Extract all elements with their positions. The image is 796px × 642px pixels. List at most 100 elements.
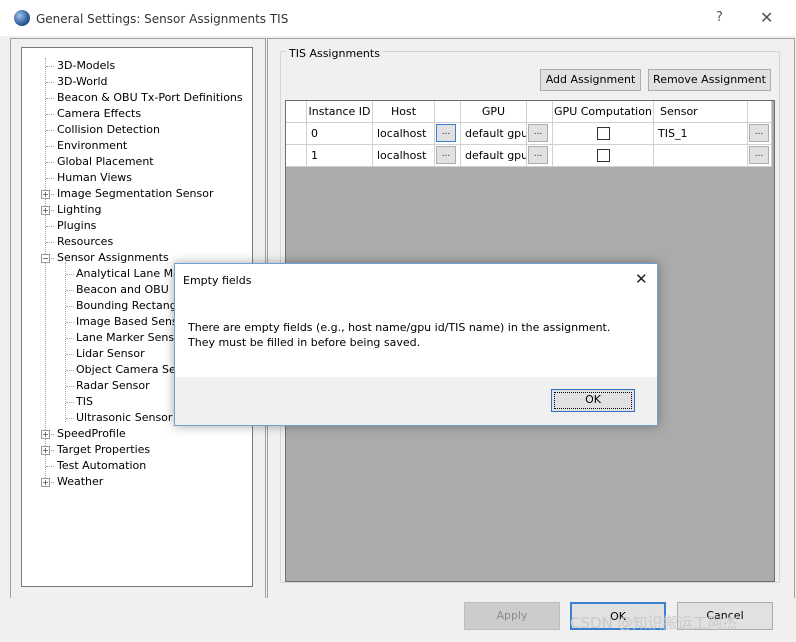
tree-guide-line (65, 262, 66, 422)
tree-item-label: Beacon and OBU (76, 283, 169, 296)
tree-connector (46, 66, 54, 67)
tree-item[interactable]: Beacon and OBU (74, 282, 171, 298)
tree-item[interactable]: Resources (55, 234, 115, 250)
dialog-close-icon[interactable]: ✕ (635, 270, 648, 288)
tree-connector (46, 162, 54, 163)
host-browse-button[interactable]: ... (436, 124, 456, 142)
tree-item[interactable]: SpeedProfile (55, 426, 128, 442)
column-header-host-btn (435, 101, 461, 123)
cell-instance-id[interactable]: 0 (307, 123, 373, 145)
tree-connector (66, 322, 74, 323)
tree-item[interactable]: Sensor Assignments (55, 250, 171, 266)
dialog-title: Empty fields (183, 274, 252, 287)
sensor-browse-button[interactable]: ... (749, 146, 769, 164)
dialog-message: There are empty fields (e.g., host name/… (188, 321, 611, 349)
apply-button[interactable]: Apply (464, 602, 560, 630)
tree-item[interactable]: Plugins (55, 218, 98, 234)
expand-icon[interactable]: + (41, 478, 50, 487)
sensor-browse-button[interactable]: ... (749, 124, 769, 142)
row-header[interactable] (286, 145, 307, 167)
cell-host[interactable]: localhost (373, 123, 435, 145)
tree-item-label: Human Views (57, 171, 133, 184)
tree-connector (66, 402, 74, 403)
cell-host-btn-wrap: ... (435, 145, 461, 167)
tree-item-label: Radar Sensor (76, 379, 150, 392)
tree-connector (46, 178, 54, 179)
cell-instance-id[interactable]: 1 (307, 145, 373, 167)
tree-item[interactable]: Lidar Sensor (74, 346, 147, 362)
add-assignment-button[interactable]: Add Assignment (540, 69, 641, 91)
tree-item[interactable]: TIS (74, 394, 95, 410)
column-header-gpu: GPU (461, 101, 527, 123)
expand-icon[interactable]: + (41, 190, 50, 199)
tree-item[interactable]: Image Segmentation Sensor (55, 186, 215, 202)
cell-host[interactable]: localhost (373, 145, 435, 167)
tree-item-label: Lidar Sensor (76, 347, 145, 360)
cell-gpu[interactable]: default gpu (461, 123, 527, 145)
tree-item-label: Target Properties (57, 443, 151, 456)
tree-item[interactable]: Lighting (55, 202, 103, 218)
app-globe-icon (14, 10, 30, 26)
tree-item-label: Collision Detection (57, 123, 161, 136)
tree-item-label: TIS (76, 395, 93, 408)
tree-item-label: Resources (57, 235, 114, 248)
cell-sensor[interactable]: TIS_1 (654, 123, 748, 145)
tree-item[interactable]: 3D-World (55, 74, 110, 90)
row-header[interactable] (286, 123, 307, 145)
expand-icon[interactable]: + (41, 430, 50, 439)
tree-item[interactable]: Test Automation (55, 458, 148, 474)
tree-connector (46, 114, 54, 115)
tree-connector (46, 130, 54, 131)
tree-item-label: Sensor Assignments (57, 251, 169, 264)
cell-gpu-btn-wrap: ... (527, 145, 553, 167)
group-title: TIS Assignments (286, 47, 383, 60)
tree-item[interactable]: Collision Detection (55, 122, 162, 138)
gpu-computation-checkbox[interactable] (597, 127, 610, 140)
tree-item[interactable]: Lane Marker Sensor (74, 330, 187, 346)
dialog-ok-button[interactable]: OK (551, 389, 635, 412)
gpu-browse-button[interactable]: ... (528, 146, 548, 164)
tree-guide-line (45, 58, 46, 482)
tree-item[interactable]: 3D-Models (55, 58, 117, 74)
tree-item-label: 3D-World (57, 75, 108, 88)
tree-item-label: Plugins (57, 219, 97, 232)
column-header-instance-id: Instance ID (307, 101, 373, 123)
tree-item[interactable]: Human Views (55, 170, 134, 186)
tree-item[interactable]: Target Properties (55, 442, 152, 458)
tree-connector (46, 82, 54, 83)
cell-gpu-btn-wrap: ... (527, 123, 553, 145)
cell-sensor[interactable] (654, 145, 748, 167)
tree-item-label: Global Placement (57, 155, 154, 168)
tree-item[interactable]: Global Placement (55, 154, 156, 170)
expand-icon[interactable]: + (41, 206, 50, 215)
tree-connector (66, 370, 74, 371)
collapse-icon[interactable]: − (41, 254, 50, 263)
help-button[interactable]: ? (716, 10, 723, 25)
window-close-icon[interactable]: ✕ (760, 8, 773, 27)
gpu-computation-checkbox[interactable] (597, 149, 610, 162)
column-header-sensor: Sensor (654, 101, 748, 123)
tree-item[interactable]: Beacon & OBU Tx-Port Definitions (55, 90, 245, 106)
expand-icon[interactable]: + (41, 446, 50, 455)
tree-connector (46, 146, 54, 147)
tree-item[interactable]: Environment (55, 138, 129, 154)
tree-connector (46, 466, 54, 467)
remove-assignment-button[interactable]: Remove Assignment (648, 69, 771, 91)
cell-gpu-computation (553, 145, 654, 167)
column-header-host: Host (373, 101, 435, 123)
tree-connector (46, 226, 54, 227)
tree-connector (66, 338, 74, 339)
tree-item[interactable]: Radar Sensor (74, 378, 152, 394)
cell-gpu[interactable]: default gpu (461, 145, 527, 167)
tree-connector (66, 274, 74, 275)
tree-item[interactable]: Camera Effects (55, 106, 143, 122)
cell-gpu-computation (553, 123, 654, 145)
tree-item-label: Beacon & OBU Tx-Port Definitions (57, 91, 243, 104)
tree-item[interactable]: Weather (55, 474, 105, 490)
watermark: CSDN @知识搬运工阿杰 (570, 614, 738, 632)
tree-item[interactable]: Ultrasonic Sensor (74, 410, 174, 426)
gpu-browse-button[interactable]: ... (528, 124, 548, 142)
tree-item-label: Image Segmentation Sensor (57, 187, 214, 200)
host-browse-button[interactable]: ... (436, 146, 456, 164)
cell-host-btn-wrap: ... (435, 123, 461, 145)
